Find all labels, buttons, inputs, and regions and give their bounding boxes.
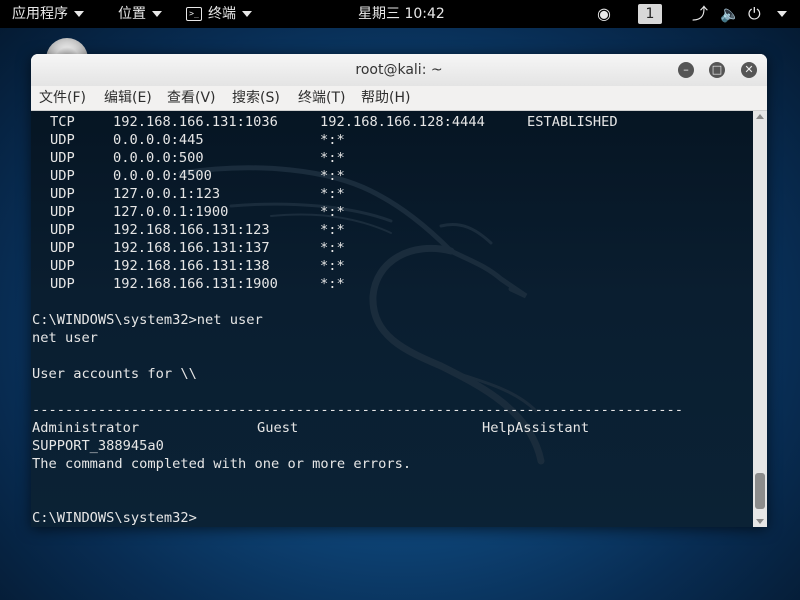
foreign-address-cell: *:*	[320, 186, 345, 202]
menu-file[interactable]: 文件(F)	[39, 86, 86, 110]
scrollbar[interactable]	[753, 111, 767, 527]
local-address-cell: 127.0.0.1:1900	[113, 204, 229, 220]
scroll-down-icon[interactable]	[756, 519, 764, 524]
foreign-address-cell: *:*	[320, 240, 345, 256]
menu-help[interactable]: 帮助(H)	[361, 86, 410, 110]
terminal-output[interactable]: TCP 192.168.166.131:1036 192.168.166.128:4…	[31, 111, 753, 527]
window-titlebar[interactable]: root@kali: ~ – □ ✕	[31, 54, 767, 86]
completion-message: The command completed with one or more e…	[32, 456, 412, 472]
account-name: Guest	[257, 420, 299, 436]
local-address-cell: 192.168.166.131:138	[113, 258, 270, 274]
foreign-address-cell: *:*	[320, 168, 345, 184]
proto-cell: UDP	[50, 204, 75, 220]
power-icon[interactable]: ⏻	[748, 0, 761, 28]
chevron-down-icon	[74, 11, 84, 17]
maximize-button[interactable]: □	[709, 62, 725, 78]
terminal-window: root@kali: ~ – □ ✕ 文件(F) 编辑(E) 查看(V) 搜索(…	[31, 54, 767, 527]
places-label: 位置	[118, 6, 146, 22]
proto-cell: TCP	[50, 114, 75, 130]
menu-terminal[interactable]: 终端(T)	[298, 86, 345, 110]
foreign-address-cell: *:*	[320, 204, 345, 220]
workspace-number: 1	[638, 4, 662, 24]
system-menu[interactable]	[771, 0, 787, 28]
account-name: SUPPORT_388945a0	[32, 438, 164, 454]
proto-cell: UDP	[50, 276, 75, 292]
chevron-down-icon	[777, 11, 787, 17]
account-name: Administrator	[32, 420, 140, 436]
network-icon[interactable]: ⤴	[692, 0, 708, 28]
clock[interactable]: 星期三 10:42	[358, 0, 445, 28]
command-line: C:\WINDOWS\system32>net user	[32, 312, 263, 328]
chevron-down-icon	[152, 11, 162, 17]
terminal-app-label: 终端	[208, 6, 236, 22]
foreign-address-cell: *:*	[320, 258, 345, 274]
proto-cell: UDP	[50, 150, 75, 166]
account-name: HelpAssistant	[482, 420, 590, 436]
proto-cell: UDP	[50, 168, 75, 184]
foreign-address-cell: *:*	[320, 132, 345, 148]
local-address-cell: 192.168.166.131:1036	[113, 114, 278, 130]
local-address-cell: 192.168.166.131:137	[113, 240, 270, 256]
local-address-cell: 0.0.0.0:500	[113, 150, 204, 166]
local-address-cell: 192.168.166.131:123	[113, 222, 270, 238]
window-title: root@kali: ~	[355, 62, 443, 78]
terminal-app-menu[interactable]: >_ 终端	[186, 0, 252, 28]
state-cell: ESTABLISHED	[527, 114, 618, 130]
local-address-cell: 0.0.0.0:4500	[113, 168, 212, 184]
proto-cell: UDP	[50, 222, 75, 238]
chevron-down-icon	[242, 11, 252, 17]
foreign-address-cell: 192.168.166.128:4444	[320, 114, 485, 130]
menu-view[interactable]: 查看(V)	[167, 86, 216, 110]
scroll-up-icon[interactable]	[756, 114, 764, 119]
separator-line: ----------------------------------------…	[32, 402, 684, 418]
menu-edit[interactable]: 编辑(E)	[104, 86, 152, 110]
foreign-address-cell: *:*	[320, 150, 345, 166]
menubar: 文件(F) 编辑(E) 查看(V) 搜索(S) 终端(T) 帮助(H)	[31, 86, 767, 111]
proto-cell: UDP	[50, 258, 75, 274]
foreign-address-cell: *:*	[320, 222, 345, 238]
local-address-cell: 192.168.166.131:1900	[113, 276, 278, 292]
menu-search[interactable]: 搜索(S)	[232, 86, 280, 110]
command-echo: net user	[32, 330, 98, 346]
terminal-icon: >_	[186, 7, 202, 21]
scrollbar-thumb[interactable]	[755, 473, 765, 509]
local-address-cell: 0.0.0.0:445	[113, 132, 204, 148]
accounts-header: User accounts for \\	[32, 366, 197, 382]
proto-cell: UDP	[50, 132, 75, 148]
foreign-address-cell: *:*	[320, 276, 345, 292]
places-menu[interactable]: 位置	[118, 0, 162, 28]
proto-cell: UDP	[50, 186, 75, 202]
top-panel: 应用程序 位置 >_ 终端 星期三 10:42 ◉ 1 ⤴ 🔈 ⏻	[0, 0, 800, 28]
applications-menu[interactable]: 应用程序	[12, 0, 84, 28]
workspace-indicator[interactable]: 1	[638, 0, 662, 28]
applications-label: 应用程序	[12, 6, 68, 22]
camera-icon[interactable]: ◉	[597, 0, 611, 28]
minimize-button[interactable]: –	[678, 62, 694, 78]
volume-icon[interactable]: 🔈	[720, 0, 740, 28]
close-button[interactable]: ✕	[741, 62, 757, 78]
local-address-cell: 127.0.0.1:123	[113, 186, 221, 202]
shell-prompt: C:\WINDOWS\system32>	[32, 510, 197, 526]
proto-cell: UDP	[50, 240, 75, 256]
